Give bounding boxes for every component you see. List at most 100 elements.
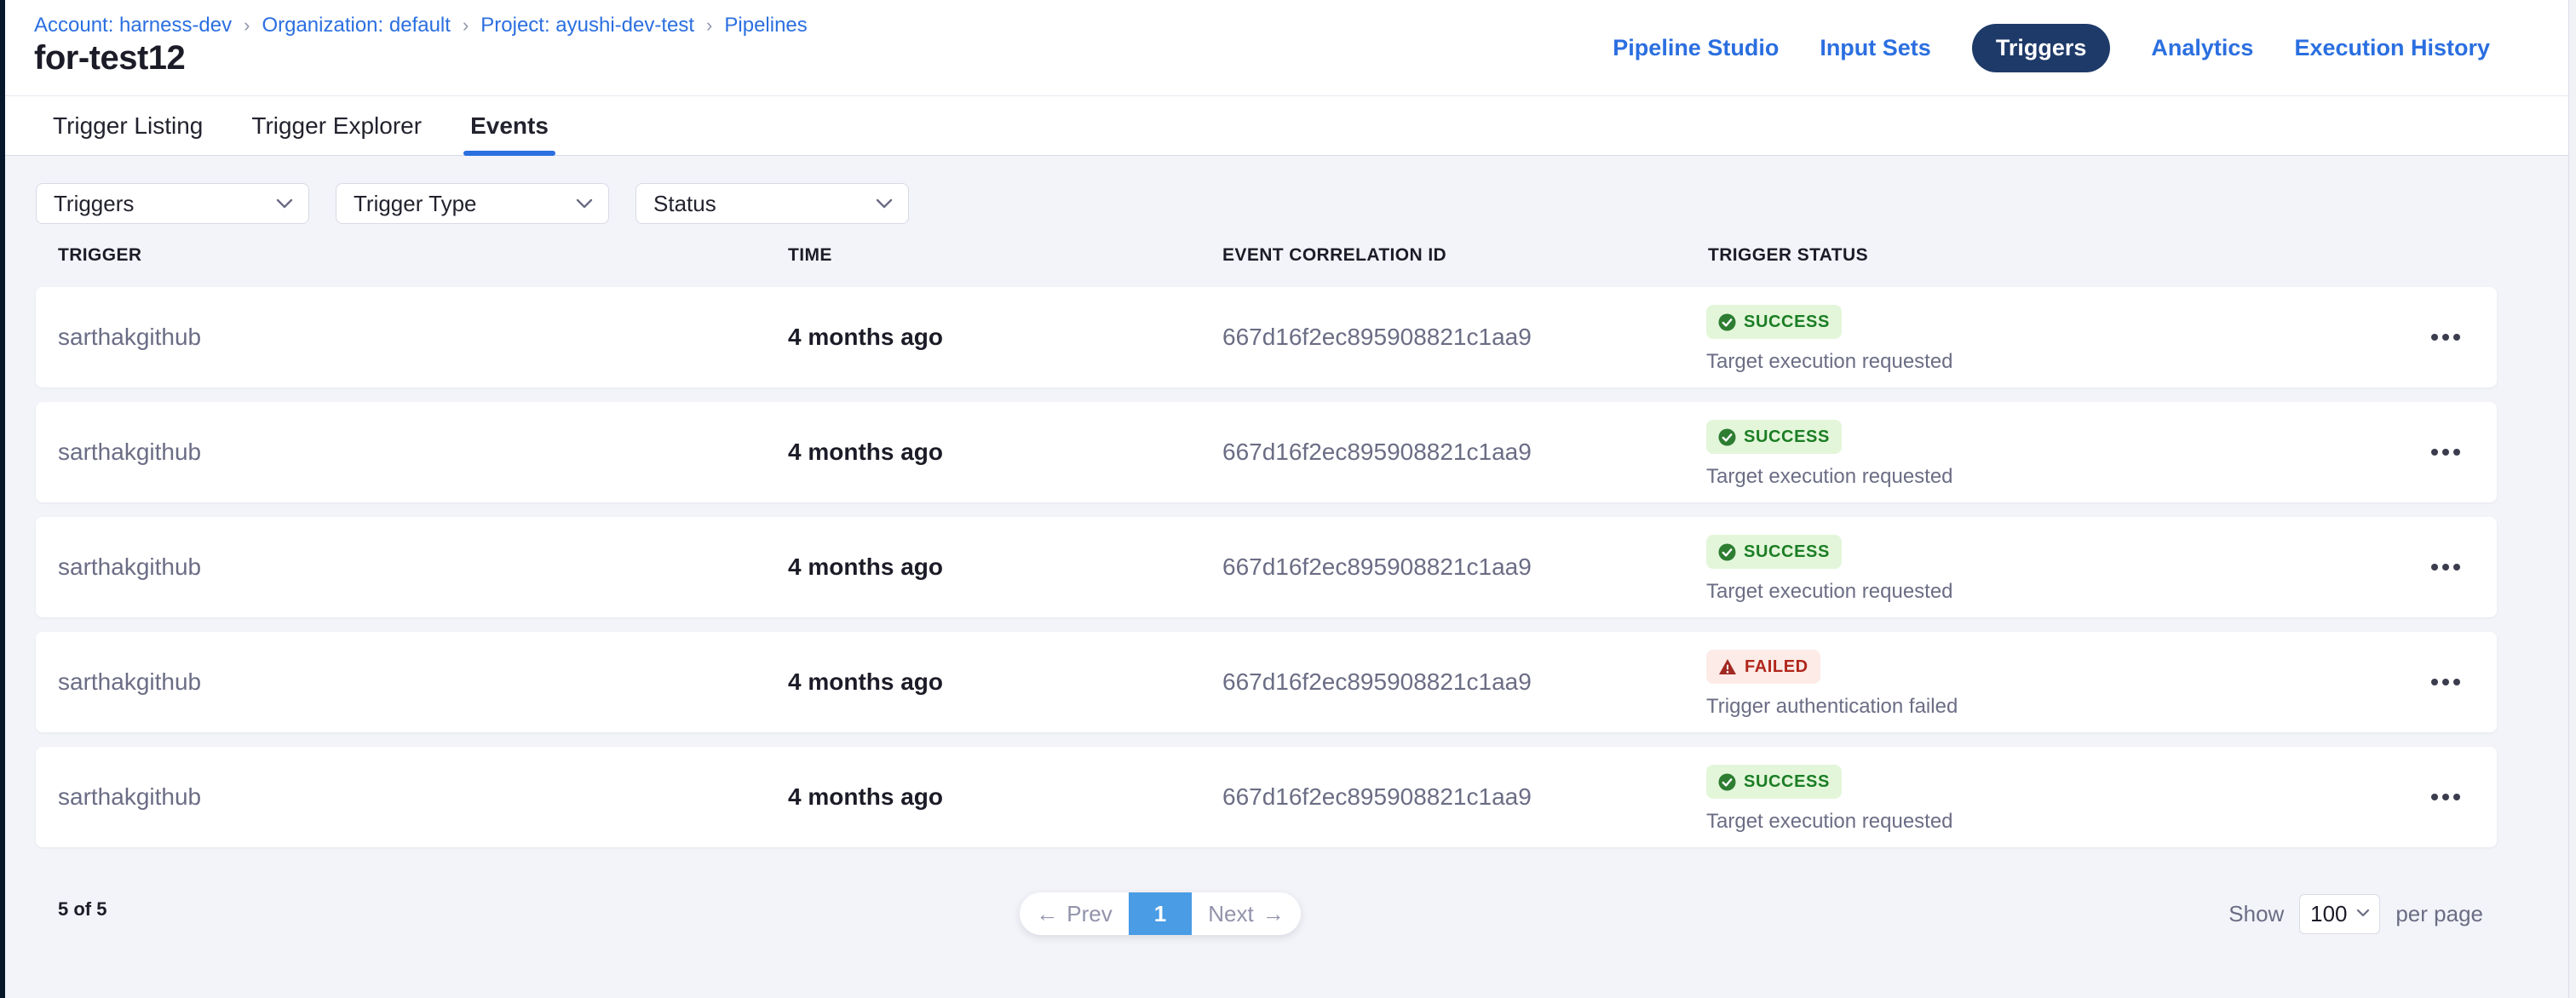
status-badge: SUCCESS [1706,420,1842,454]
event-correlation-id: 667d16f2ec895908821c1aa9 [1222,553,1532,581]
trigger-status-cell: SUCCESS Target execution requested [1706,305,1953,374]
tab-trigger-explorer[interactable]: Trigger Explorer [243,96,430,155]
chevron-down-icon [2356,906,2370,921]
vertical-scrollbar[interactable] [2568,0,2576,998]
table-row: sarthakgithub 4 months ago 667d16f2ec895… [36,632,2497,732]
success-check-icon [1718,773,1736,791]
nav-pipeline-studio[interactable]: Pipeline Studio [1613,35,1779,61]
event-time: 4 months ago [788,439,943,466]
status-badge: FAILED [1706,650,1820,684]
dots-menu-icon [2431,334,2438,341]
table-row: sarthakgithub 4 months ago 667d16f2ec895… [36,747,2497,847]
dots-menu-icon [2442,564,2449,571]
row-options-menu-button[interactable] [2418,431,2473,473]
dots-menu-icon [2431,679,2438,685]
status-label: SUCCESS [1744,772,1830,792]
page-header: Account: harness-dev › Organization: def… [5,0,2568,95]
nav-input-sets[interactable]: Input Sets [1820,35,1931,61]
status-detail: Target execution requested [1706,810,1953,834]
row-options-menu-button[interactable] [2418,661,2473,703]
dots-menu-icon [2442,449,2449,456]
table-row: sarthakgithub 4 months ago 667d16f2ec895… [36,517,2497,617]
tab-events[interactable]: Events [462,96,557,155]
breadcrumb-separator-icon: › [244,14,250,37]
chevron-down-icon [276,198,293,209]
nav-triggers-active[interactable]: Triggers [1972,24,2111,72]
breadcrumb-account-link[interactable]: Account: harness-dev [34,14,232,37]
event-time: 4 months ago [788,324,943,351]
dots-menu-icon [2453,334,2460,341]
trigger-name: sarthakgithub [58,783,201,811]
right-arrow-icon: → [1262,901,1285,927]
row-options-menu-button[interactable] [2418,316,2473,358]
status-badge: SUCCESS [1706,765,1842,799]
result-count: 5 of 5 [58,898,106,921]
page-size-select[interactable]: 100 [2299,894,2380,934]
event-time: 4 months ago [788,783,943,811]
column-header-trigger-status: TRIGGER STATUS [1708,245,1868,266]
status-detail: Trigger authentication failed [1706,695,1958,719]
dots-menu-icon [2431,449,2438,456]
dots-menu-icon [2453,794,2460,800]
dots-menu-icon [2442,679,2449,685]
row-options-menu-button[interactable] [2418,776,2473,818]
per-page-control: Show 100 per page [2228,892,2483,935]
left-arrow-icon: ← [1036,901,1058,927]
breadcrumb-separator-icon: › [706,14,712,37]
status-label: SUCCESS [1744,313,1830,332]
event-correlation-id: 667d16f2ec895908821c1aa9 [1222,783,1532,811]
filters-row: Triggers Trigger Type Status [36,183,909,224]
column-header-trigger: TRIGGER [58,245,141,266]
trigger-name: sarthakgithub [58,439,201,466]
status-detail: Target execution requested [1706,350,1953,374]
next-label: Next [1208,901,1253,927]
nav-analytics[interactable]: Analytics [2151,35,2253,61]
success-check-icon [1718,428,1736,446]
nav-execution-history[interactable]: Execution History [2294,35,2490,61]
trigger-status-cell: SUCCESS Target execution requested [1706,535,1953,604]
status-filter-label: Status [653,191,716,217]
success-check-icon [1718,543,1736,561]
failed-warning-icon [1718,658,1737,675]
breadcrumb-pipelines-link[interactable]: Pipelines [724,14,807,37]
status-badge: SUCCESS [1706,305,1842,339]
event-time: 4 months ago [788,668,943,696]
triggers-filter-dropdown[interactable]: Triggers [36,183,309,224]
breadcrumb-separator-icon: › [463,14,469,37]
column-header-time: TIME [788,245,832,266]
table-row: sarthakgithub 4 months ago 667d16f2ec895… [36,287,2497,387]
trigger-type-filter-label: Trigger Type [354,191,477,217]
trigger-type-filter-dropdown[interactable]: Trigger Type [336,183,609,224]
tab-trigger-listing[interactable]: Trigger Listing [44,96,211,155]
prev-page-button[interactable]: ← Prev [1020,892,1129,935]
dots-menu-icon [2431,564,2438,571]
event-correlation-id: 667d16f2ec895908821c1aa9 [1222,439,1532,466]
dots-menu-icon [2453,679,2460,685]
status-filter-dropdown[interactable]: Status [635,183,909,224]
breadcrumb-organization-link[interactable]: Organization: default [262,14,450,37]
event-correlation-id: 667d16f2ec895908821c1aa9 [1222,668,1532,696]
success-check-icon [1718,313,1736,331]
breadcrumb-project-link[interactable]: Project: ayushi-dev-test [480,14,694,37]
event-time: 4 months ago [788,553,943,581]
table-row: sarthakgithub 4 months ago 667d16f2ec895… [36,402,2497,502]
chevron-down-icon [576,198,593,209]
triggers-filter-label: Triggers [54,191,134,217]
status-badge: SUCCESS [1706,535,1842,569]
next-page-button[interactable]: Next → [1192,892,1301,935]
dots-menu-icon [2431,794,2438,800]
status-detail: Target execution requested [1706,465,1953,489]
chevron-down-icon [876,198,893,209]
row-options-menu-button[interactable] [2418,546,2473,588]
dots-menu-icon [2442,334,2449,341]
page-size-value: 100 [2310,901,2347,927]
dots-menu-icon [2453,564,2460,571]
pagination: ← Prev 1 Next → [1020,892,1301,935]
status-label: SUCCESS [1744,427,1830,447]
dots-menu-icon [2442,794,2449,800]
collapsed-sidebar-rail [0,0,5,998]
events-content: Triggers Trigger Type Status TRIGGER TIM… [5,156,2568,998]
page-1-button[interactable]: 1 [1129,892,1192,935]
table-header-row: TRIGGER TIME EVENT CORRELATION ID TRIGGE… [5,245,2568,272]
trigger-status-cell: SUCCESS Target execution requested [1706,420,1953,489]
